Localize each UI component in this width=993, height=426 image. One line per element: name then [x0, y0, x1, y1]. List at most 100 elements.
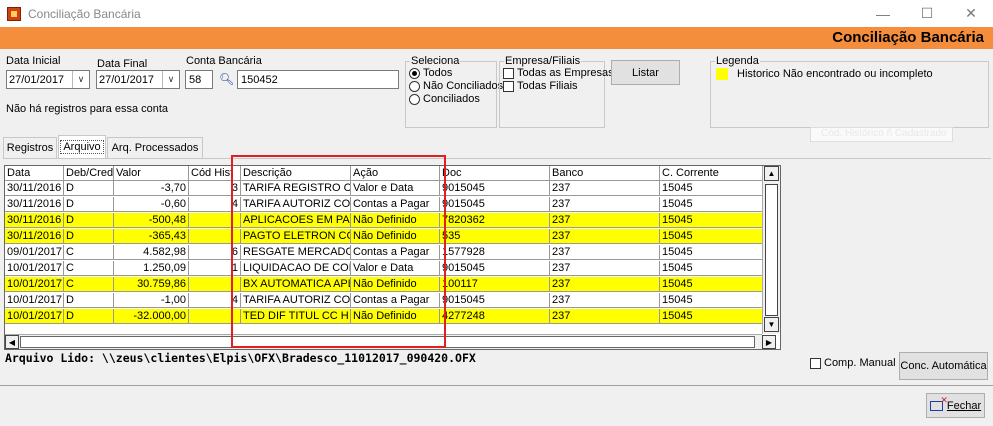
cell-valor: 4.582,98 — [114, 245, 189, 260]
checkbox-todas-empresas[interactable]: Todas as Empresas — [503, 67, 614, 79]
faint-tab-label: Cód. Histórico ñ Cadastrado — [810, 127, 953, 142]
col-data[interactable]: Data — [5, 166, 64, 181]
cell-data: 10/01/2017 — [5, 277, 64, 292]
listar-button[interactable]: Listar — [611, 60, 680, 85]
fechar-label: Fechar — [946, 399, 982, 412]
conc-automatica-button[interactable]: Conc. Automática — [899, 352, 988, 380]
chevron-down-icon[interactable]: ∨ — [72, 71, 89, 88]
scroll-thumb[interactable] — [765, 184, 778, 316]
tab-arquivo[interactable]: Arquivo — [58, 135, 106, 158]
cell-cc: 15045 — [660, 277, 767, 292]
checkbox-label: Todas Filiais — [517, 80, 578, 92]
cell-data: 10/01/2017 — [5, 309, 64, 324]
cell-dc: D — [64, 181, 114, 196]
file-path-text: Arquivo Lido: \\zeus\clientes\Elpis\OFX\… — [5, 351, 476, 365]
scroll-down-icon[interactable]: ▼ — [764, 317, 779, 332]
cell-dc: C — [64, 277, 114, 292]
cell-cc: 15045 — [660, 261, 767, 276]
cell-dc: C — [64, 245, 114, 260]
radio-nao-conciliados[interactable]: Não Conciliados — [409, 80, 503, 92]
tab-arq-processados[interactable]: Arq. Processados — [107, 137, 203, 158]
vertical-scrollbar[interactable]: ▲ ▼ — [762, 166, 780, 334]
data-inicial-value: 27/01/2017 — [9, 73, 65, 86]
legend-color-swatch — [716, 68, 728, 80]
cell-cc: 15045 — [660, 197, 767, 212]
red-highlight-box — [231, 155, 446, 348]
empresa-title: Empresa/Filiais — [504, 55, 582, 67]
cell-valor: -3,70 — [114, 181, 189, 196]
data-inicial-label: Data Inicial — [6, 55, 61, 67]
legend-text: Historico Não encontrado ou incompleto — [737, 68, 933, 80]
tab-label: Arq. Processados — [111, 142, 199, 154]
cell-doc: 535 — [440, 229, 550, 244]
radio-todos[interactable]: Todos — [409, 67, 452, 79]
col-deb-cred[interactable]: Deb/Cred — [64, 166, 114, 181]
data-final-label: Data Final — [97, 58, 148, 70]
checkbox-icon[interactable] — [503, 80, 514, 92]
cell-data: 30/11/2016 — [5, 181, 64, 196]
cell-dc: D — [64, 197, 114, 212]
tab-label: Registros — [6, 142, 54, 154]
cell-banco: 237 — [550, 229, 660, 244]
app-icon — [7, 6, 21, 21]
col-c-corrente[interactable]: C. Corrente — [660, 166, 767, 181]
cell-cc: 15045 — [660, 245, 767, 260]
maximize-button[interactable]: ☐ — [905, 0, 949, 27]
checkbox-icon[interactable] — [503, 67, 514, 79]
cell-banco: 237 — [550, 277, 660, 292]
minimize-button[interactable]: — — [861, 0, 905, 27]
data-final-combo[interactable]: 27/01/2017 ∨ — [96, 70, 180, 89]
cell-doc: 100117 — [440, 277, 550, 292]
tab-registros[interactable]: Registros — [3, 137, 57, 158]
cell-banco: 237 — [550, 181, 660, 196]
cell-cc: 15045 — [660, 293, 767, 308]
window-title: Conciliação Bancária — [28, 6, 141, 21]
radio-label: Conciliados — [423, 93, 480, 105]
binoculars-icon[interactable]: 🔍︎ — [219, 72, 234, 86]
cell-doc: 9015045 — [440, 181, 550, 196]
radio-conciliados[interactable]: Conciliados — [409, 93, 480, 105]
comp-manual-checkbox[interactable]: Comp. Manual — [810, 357, 896, 369]
conta-bancaria-label: Conta Bancária — [186, 55, 262, 67]
radio-icon[interactable] — [409, 93, 420, 105]
cell-cc: 15045 — [660, 309, 767, 324]
checkbox-icon[interactable] — [810, 357, 821, 369]
scroll-right-icon[interactable]: ▶ — [762, 335, 776, 349]
radio-icon[interactable] — [409, 67, 420, 79]
cell-data: 09/01/2017 — [5, 245, 64, 260]
col-valor[interactable]: Valor — [114, 166, 189, 181]
cell-doc: 7820362 — [440, 213, 550, 228]
bottom-divider — [0, 385, 993, 386]
radio-icon[interactable] — [409, 80, 420, 92]
cell-doc: 1577928 — [440, 245, 550, 260]
cell-banco: 237 — [550, 197, 660, 212]
page-title: Conciliação Bancária — [832, 29, 984, 46]
conta-number-input[interactable]: 150452 — [237, 70, 399, 89]
conta-code-input[interactable]: 58 — [185, 70, 213, 89]
cell-banco: 237 — [550, 309, 660, 324]
cell-valor: 1.250,09 — [114, 261, 189, 276]
cell-dc: D — [64, 309, 114, 324]
exit-icon — [929, 395, 948, 411]
no-records-message: Não há registros para essa conta — [6, 103, 169, 115]
seleciona-title: Seleciona — [410, 55, 461, 67]
cell-valor: -1,00 — [114, 293, 189, 308]
cell-dc: D — [64, 229, 114, 244]
scroll-up-icon[interactable]: ▲ — [764, 166, 779, 181]
cell-dc: D — [64, 293, 114, 308]
checkbox-todas-filiais[interactable]: Todas Filiais — [503, 80, 578, 92]
close-button[interactable]: ✕ — [949, 0, 993, 27]
chevron-down-icon[interactable]: ∨ — [162, 71, 179, 88]
cell-valor: -0,60 — [114, 197, 189, 212]
cell-data: 10/01/2017 — [5, 293, 64, 308]
col-banco[interactable]: Banco — [550, 166, 660, 181]
cell-doc: 9015045 — [440, 261, 550, 276]
fechar-button[interactable]: Fechar — [926, 393, 985, 418]
col-doc[interactable]: Doc — [440, 166, 550, 181]
radio-label: Todos — [423, 67, 453, 79]
data-inicial-combo[interactable]: 27/01/2017 ∨ — [6, 70, 90, 89]
cell-data: 10/01/2017 — [5, 261, 64, 276]
legenda-title: Legenda — [715, 55, 760, 67]
radio-label: Não Conciliados — [423, 80, 504, 92]
scroll-left-icon[interactable]: ◀ — [5, 335, 19, 349]
